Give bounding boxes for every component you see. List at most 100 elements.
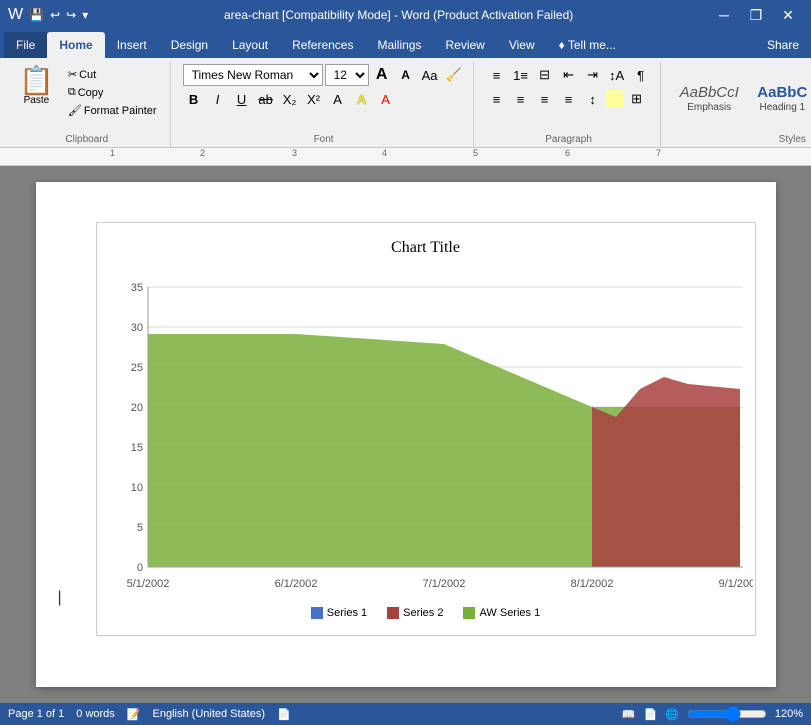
para-row-1: ≡ 1≡ ⊟ ⇤ ⇥ ↕A ¶ xyxy=(486,64,652,86)
tab-insert[interactable]: Insert xyxy=(105,32,159,58)
tab-home[interactable]: Home xyxy=(47,32,104,58)
align-center-button[interactable]: ≡ xyxy=(510,88,532,110)
style-item-heading1[interactable]: AaBbC Heading 1 xyxy=(750,81,811,116)
paragraph-label: Paragraph xyxy=(486,134,652,147)
svg-text:15: 15 xyxy=(130,442,142,454)
cut-button[interactable]: ✂ Cut xyxy=(63,66,162,83)
svg-text:35: 35 xyxy=(130,282,142,294)
shading-button[interactable] xyxy=(606,90,624,108)
save-icon[interactable]: 💾 xyxy=(29,8,44,22)
shrink-font-button[interactable]: A xyxy=(395,64,417,86)
language[interactable]: English (United States) xyxy=(153,708,266,720)
align-right-button[interactable]: ≡ xyxy=(534,88,556,110)
chart-container[interactable]: Chart Title 35 30 25 20 15 10 5 0 xyxy=(96,222,756,636)
font-label: Font xyxy=(183,134,465,147)
style-item-emphasis[interactable]: AaBbCcI Emphasis xyxy=(673,81,746,116)
legend-label-aw-series1: AW Series 1 xyxy=(479,607,540,619)
title-bar: W 💾 ↩ ↪ ▾ area-chart [Compatibility Mode… xyxy=(0,0,811,30)
ribbon-tabs: File Home Insert Design Layout Reference… xyxy=(0,30,811,58)
dropdown-icon[interactable]: ▾ xyxy=(82,8,88,22)
font-size-select[interactable]: 12 xyxy=(325,64,369,86)
grow-font-button[interactable]: A xyxy=(371,64,393,86)
tab-file[interactable]: File xyxy=(4,32,47,58)
strikethrough-button[interactable]: ab xyxy=(255,88,277,110)
chart-title: Chart Title xyxy=(113,239,739,257)
clipboard-label: Clipboard xyxy=(12,134,162,147)
page: Chart Title 35 30 25 20 15 10 5 0 xyxy=(36,182,776,687)
tab-mailings[interactable]: Mailings xyxy=(365,32,433,58)
change-case-button[interactable]: Aa xyxy=(419,64,441,86)
increase-indent-button[interactable]: ⇥ xyxy=(582,64,604,86)
tab-tell-me[interactable]: ♦ Tell me... xyxy=(547,32,628,58)
tab-references[interactable]: References xyxy=(280,32,365,58)
show-formatting-button[interactable]: ¶ xyxy=(630,64,652,86)
svg-text:30: 30 xyxy=(130,322,142,334)
view-mode-web[interactable]: 🌐 xyxy=(665,708,679,721)
underline-button[interactable]: U xyxy=(231,88,253,110)
zoom-slider[interactable] xyxy=(687,706,767,722)
restore-button[interactable]: ❐ xyxy=(741,0,771,30)
font-family-select[interactable]: Times New Roman xyxy=(183,64,323,86)
numbering-button[interactable]: 1≡ xyxy=(510,64,532,86)
line-spacing-button[interactable]: ↕ xyxy=(582,88,604,110)
svg-text:9/1/2002: 9/1/2002 xyxy=(718,578,752,590)
paragraph-group: ≡ 1≡ ⊟ ⇤ ⇥ ↕A ¶ ≡ ≡ ≡ ≡ ↕ ⊞ Paragraph xyxy=(478,62,661,147)
font-group: Times New Roman 12 A A Aa 🧹 B I U ab X₂ … xyxy=(175,62,474,147)
proofing-icon[interactable]: 📝 xyxy=(127,708,141,721)
format-painter-icon: 🖌 xyxy=(68,104,82,117)
copy-icon: ⧉ xyxy=(68,86,76,99)
svg-text:8/1/2002: 8/1/2002 xyxy=(570,578,613,590)
series2-area xyxy=(592,377,740,567)
paragraph-content: ≡ 1≡ ⊟ ⇤ ⇥ ↕A ¶ ≡ ≡ ≡ ≡ ↕ ⊞ xyxy=(486,64,652,132)
track-changes-icon[interactable]: 📄 xyxy=(277,708,291,721)
svg-text:6/1/2002: 6/1/2002 xyxy=(274,578,317,590)
italic-button[interactable]: I xyxy=(207,88,229,110)
font-color-button[interactable]: A xyxy=(375,88,397,110)
font-row-2: B I U ab X₂ X² A A A xyxy=(183,88,397,110)
svg-text:5/1/2002: 5/1/2002 xyxy=(126,578,169,590)
multilevel-list-button[interactable]: ⊟ xyxy=(534,64,556,86)
legend-color-series2 xyxy=(387,607,399,619)
legend-label-series2: Series 2 xyxy=(403,607,443,619)
svg-text:5: 5 xyxy=(136,522,142,534)
styles-label: Styles xyxy=(673,134,811,147)
justify-button[interactable]: ≡ xyxy=(558,88,580,110)
document-area: Chart Title 35 30 25 20 15 10 5 0 xyxy=(0,166,811,703)
svg-text:7/1/2002: 7/1/2002 xyxy=(422,578,465,590)
minimize-button[interactable]: ─ xyxy=(709,0,739,30)
paste-button[interactable]: 📋 Paste xyxy=(12,64,61,109)
window-controls: ─ ❐ ✕ xyxy=(709,0,803,30)
svg-text:10: 10 xyxy=(130,482,142,494)
clear-formatting-button[interactable]: 🧹 xyxy=(443,64,465,86)
legend-aw-series1: AW Series 1 xyxy=(463,607,540,619)
undo-icon[interactable]: ↩ xyxy=(50,8,60,22)
format-painter-button[interactable]: 🖌 Format Painter xyxy=(63,102,162,119)
status-bar: Page 1 of 1 0 words 📝 English (United St… xyxy=(0,703,811,725)
highlight-button[interactable]: A xyxy=(351,88,373,110)
redo-icon[interactable]: ↪ xyxy=(66,8,76,22)
bullets-button[interactable]: ≡ xyxy=(486,64,508,86)
bold-button[interactable]: B xyxy=(183,88,205,110)
tab-view[interactable]: View xyxy=(497,32,547,58)
tab-share[interactable]: Share xyxy=(755,32,811,58)
borders-button[interactable]: ⊞ xyxy=(626,88,648,110)
legend-color-aw-series1 xyxy=(463,607,475,619)
tab-design[interactable]: Design xyxy=(159,32,220,58)
copy-button[interactable]: ⧉ Copy xyxy=(63,84,162,101)
view-mode-read[interactable]: 📖 xyxy=(622,708,636,721)
paste-label: Paste xyxy=(24,95,50,106)
view-mode-print[interactable]: 📄 xyxy=(643,708,657,721)
zoom-level[interactable]: 120% xyxy=(775,708,803,720)
superscript-button[interactable]: X² xyxy=(303,88,325,110)
close-button[interactable]: ✕ xyxy=(773,0,803,30)
app-icon: W xyxy=(8,6,23,24)
para-row-2: ≡ ≡ ≡ ≡ ↕ ⊞ xyxy=(486,88,648,110)
text-effects-button[interactable]: A xyxy=(327,88,349,110)
decrease-indent-button[interactable]: ⇤ xyxy=(558,64,580,86)
tab-review[interactable]: Review xyxy=(433,32,496,58)
subscript-button[interactable]: X₂ xyxy=(279,88,301,110)
tab-layout[interactable]: Layout xyxy=(220,32,280,58)
sort-button[interactable]: ↕A xyxy=(606,64,628,86)
ruler: 1 2 3 4 5 6 7 xyxy=(0,148,811,166)
align-left-button[interactable]: ≡ xyxy=(486,88,508,110)
